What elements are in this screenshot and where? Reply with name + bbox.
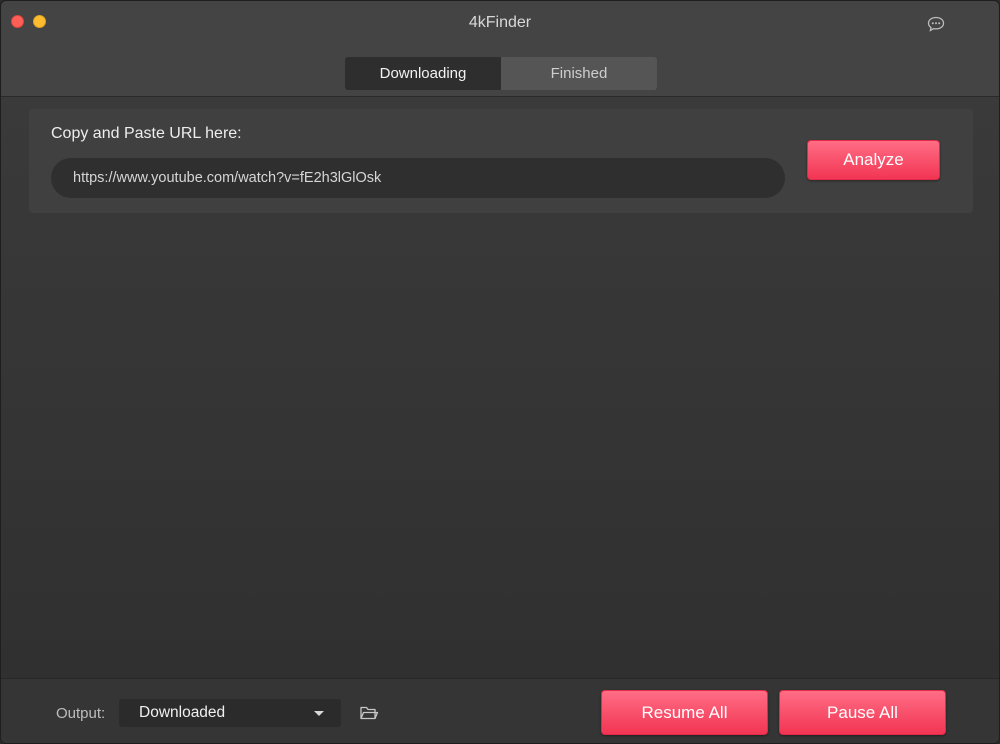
pause-all-button[interactable]: Pause All (779, 690, 946, 735)
chat-bubble-icon[interactable] (927, 16, 945, 32)
output-select-value: Downloaded (139, 704, 226, 721)
output-label: Output: (56, 705, 106, 722)
tab-bar: Downloading Finished (345, 57, 657, 90)
chevron-down-icon (314, 711, 324, 716)
url-panel: Copy and Paste URL here: Analyze (29, 109, 973, 213)
output-select[interactable]: Downloaded (119, 699, 341, 727)
url-label: Copy and Paste URL here: (51, 125, 242, 142)
title-bar: 4kFinder (1, 1, 999, 47)
analyze-button[interactable]: Analyze (807, 140, 940, 180)
window-title: 4kFinder (468, 14, 532, 31)
tab-downloading[interactable]: Downloading (345, 57, 501, 90)
app-window: 4kFinder Downloading Finished Copy and P… (0, 0, 1000, 744)
url-input[interactable] (51, 158, 785, 198)
tab-finished[interactable]: Finished (501, 57, 657, 90)
header-divider (1, 96, 999, 97)
resume-all-button[interactable]: Resume All (601, 690, 768, 735)
bottom-bar: Output: Downloaded Resume All Pause All (1, 678, 999, 743)
folder-icon[interactable] (359, 704, 379, 722)
